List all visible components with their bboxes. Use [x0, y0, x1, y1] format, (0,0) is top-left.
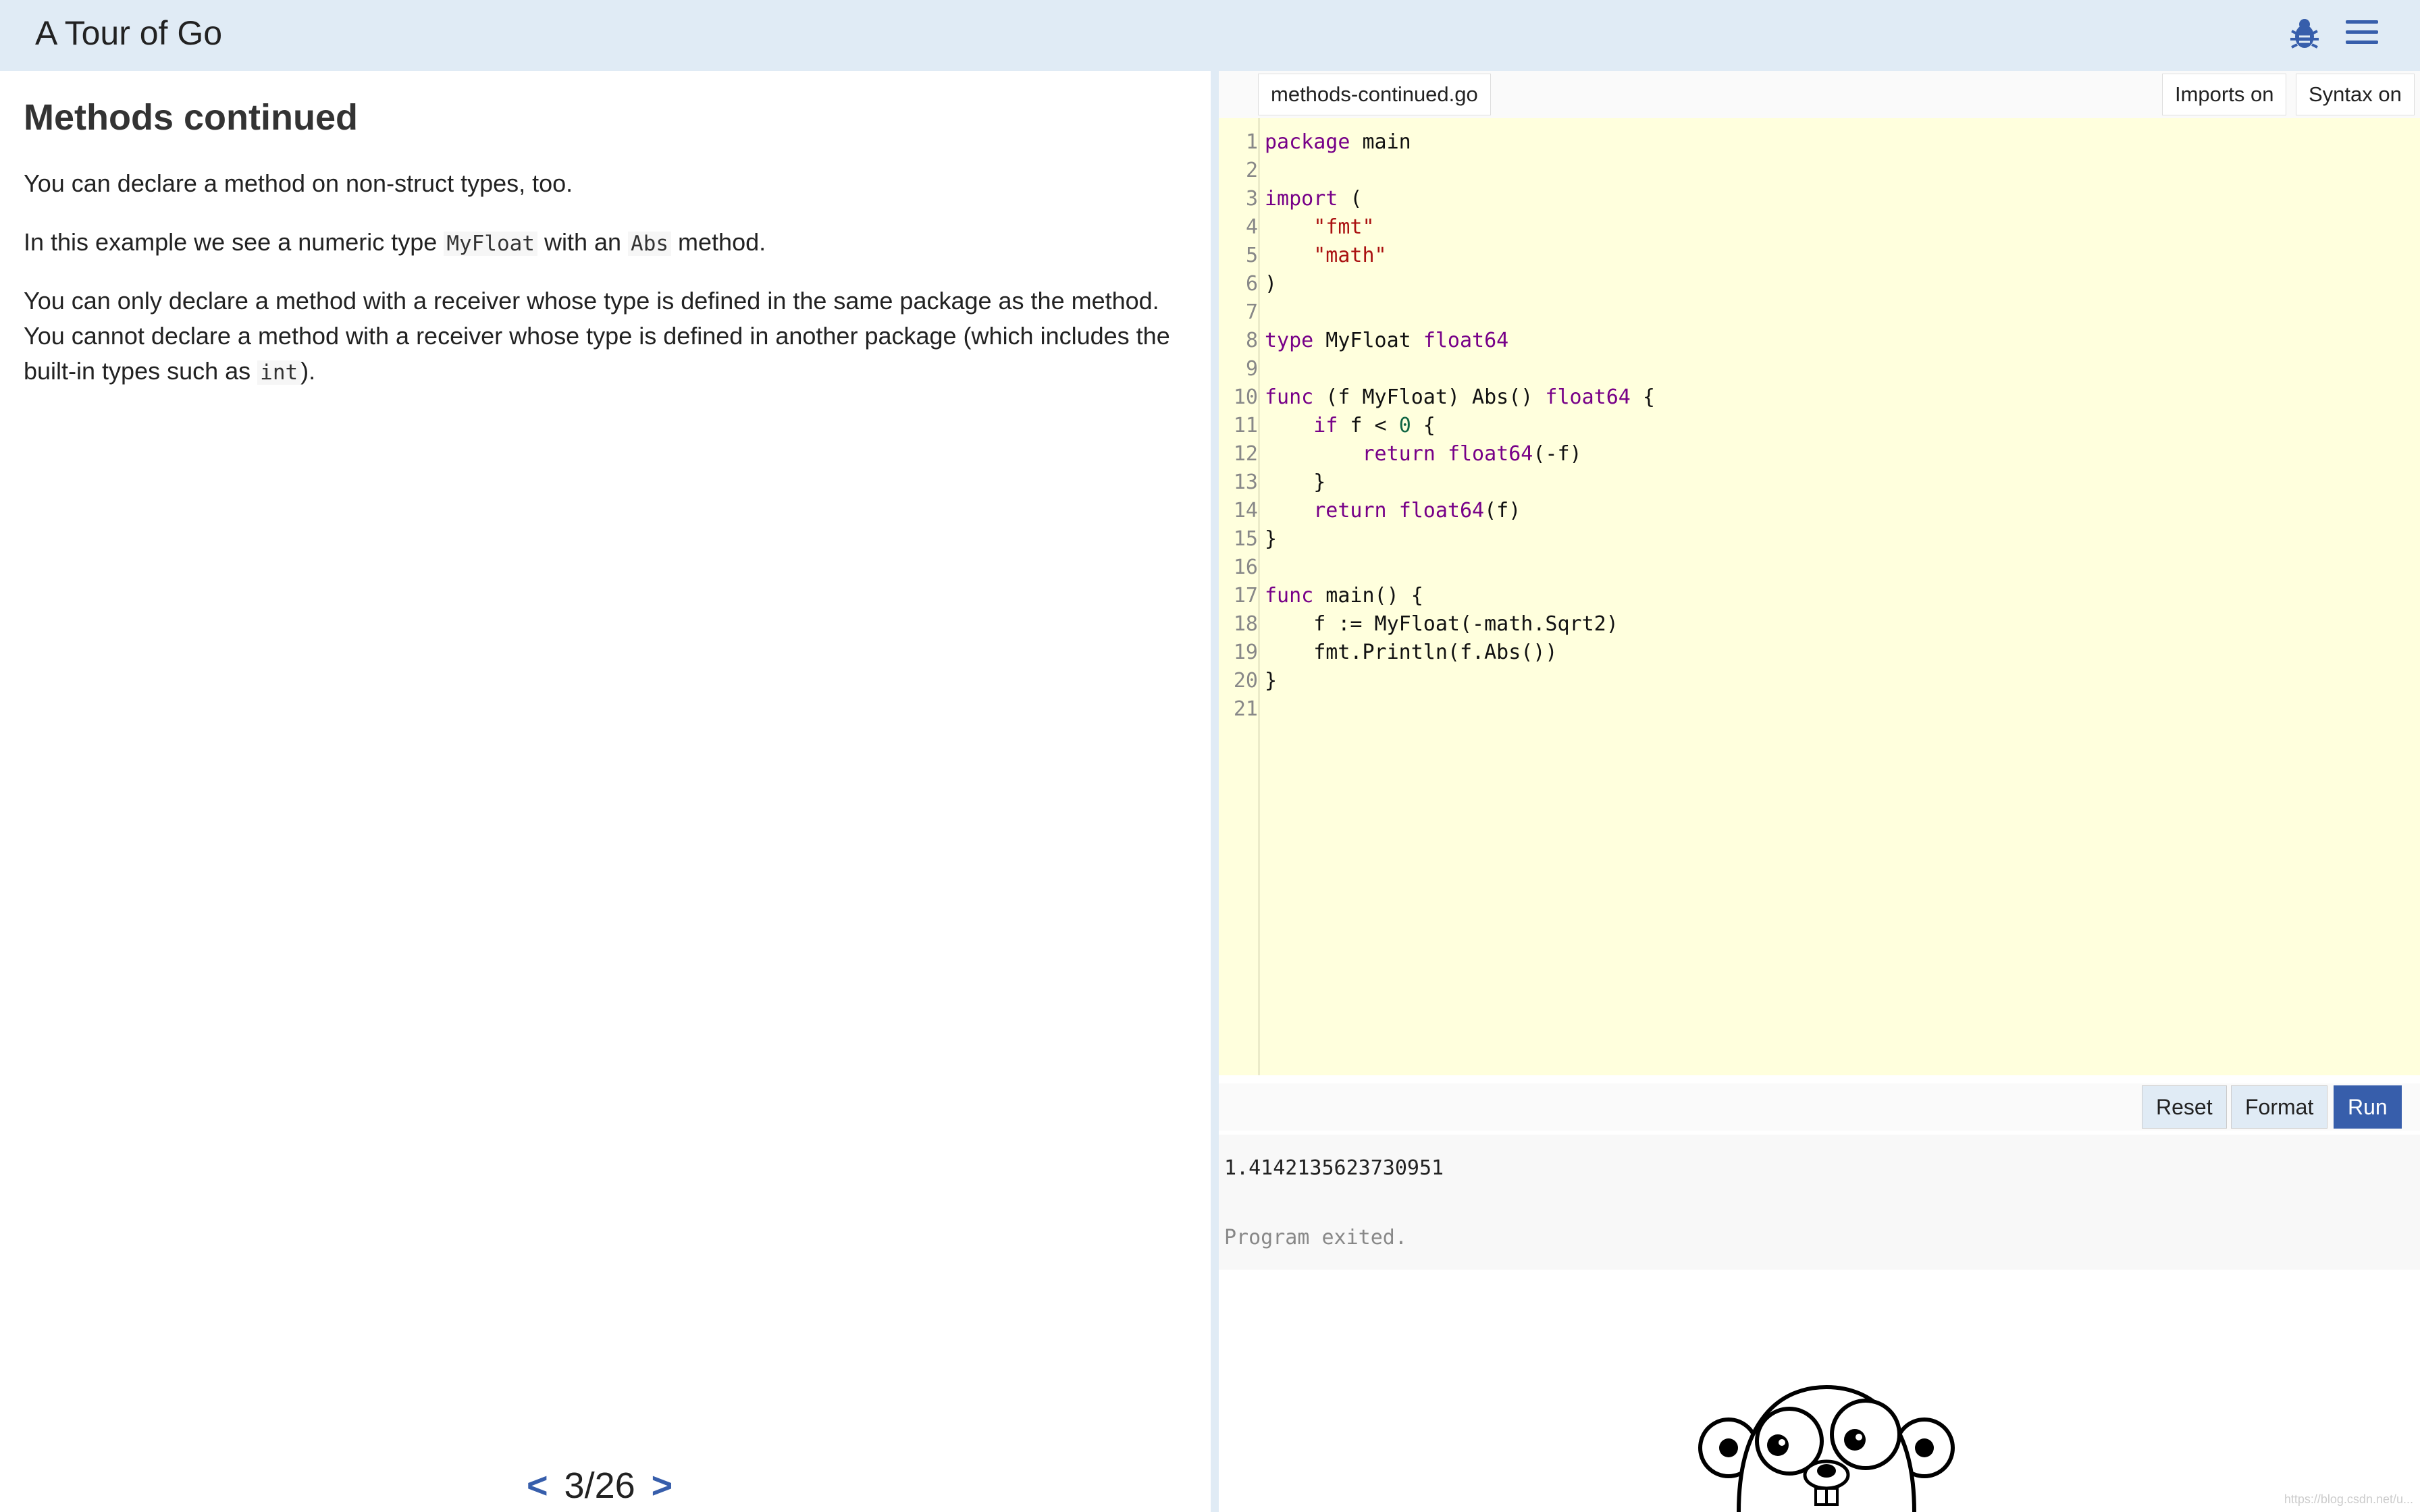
imports-toggle-button[interactable]: Imports on [2162, 74, 2287, 115]
code-line[interactable]: func main() { [1265, 582, 1423, 610]
line-number: 15 [1233, 527, 1258, 551]
page-navigation: <3/26 > [527, 1465, 673, 1507]
program-status: Program exited. [1224, 1226, 1407, 1249]
lesson-paragraph-2: In this example we see a numeric type My… [24, 228, 766, 256]
code-line[interactable]: package main [1265, 128, 1411, 157]
line-number: 18 [1233, 612, 1258, 636]
output-panel: 1.4142135623730951 Program exited. [1219, 1135, 2420, 1270]
line-number: 19 [1233, 641, 1258, 664]
code-line[interactable]: f := MyFloat(-math.Sqrt2) [1265, 610, 1619, 639]
code-line[interactable]: } [1265, 525, 1277, 554]
line-number: 8 [1245, 329, 1258, 352]
code-editor[interactable]: 1 2 3 4 5 6 7 8 9 10 11 12 13 14 15 16 17 18 19 20 21 packag… [1219, 118, 2420, 1075]
line-number: 6 [1245, 272, 1258, 296]
line-number: 13 [1233, 470, 1258, 494]
action-bar: Reset Format Run [1219, 1083, 2420, 1131]
watermark-text: https://blog.csdn.net/u... [2284, 1492, 2413, 1506]
hamburger-menu-icon[interactable] [2346, 20, 2378, 47]
code-line[interactable]: type MyFloat float64 [1265, 327, 1508, 355]
lesson-paragraph-1: You can declare a method on non-struct t… [24, 169, 573, 197]
code-line[interactable]: ) [1265, 270, 1277, 298]
line-number-gutter: 1 2 3 4 5 6 7 8 9 10 11 12 13 14 15 16 17 18 19 20 21 [1219, 118, 1260, 1075]
run-button[interactable]: Run [2334, 1085, 2402, 1129]
inline-code: int [257, 360, 301, 385]
inline-code: MyFloat [444, 232, 537, 256]
line-number: 9 [1245, 357, 1258, 381]
code-line[interactable]: func (f MyFloat) Abs() float64 { [1265, 383, 1655, 412]
code-line[interactable]: } [1265, 667, 1277, 695]
line-number: 14 [1233, 499, 1258, 522]
bug-icon[interactable] [2289, 16, 2320, 50]
next-page-button[interactable]: > [652, 1465, 673, 1506]
lesson-title: Methods continued [24, 97, 358, 138]
line-number: 2 [1245, 159, 1258, 182]
program-output: 1.4142135623730951 [1224, 1156, 1444, 1180]
app-title[interactable]: A Tour of Go [35, 14, 222, 53]
line-number: 12 [1233, 442, 1258, 466]
code-line[interactable]: fmt.Println(f.Abs()) [1265, 639, 1557, 667]
playground-panel: methods-continued.go Imports on Syntax o… [1219, 71, 2420, 1512]
reset-button[interactable]: Reset [2142, 1085, 2227, 1129]
code-line[interactable]: return float64(-f) [1265, 440, 1582, 468]
editor-tabbar: methods-continued.go Imports on Syntax o… [1219, 71, 2420, 119]
format-button[interactable]: Format [2231, 1085, 2328, 1129]
syntax-toggle-button[interactable]: Syntax on [2296, 74, 2415, 115]
code-line[interactable]: return float64(f) [1265, 497, 1521, 525]
line-number: 16 [1233, 556, 1258, 579]
line-number: 4 [1245, 215, 1258, 239]
line-number: 10 [1233, 385, 1258, 409]
code-line[interactable]: "fmt" [1265, 213, 1374, 242]
inline-code: Abs [628, 232, 672, 256]
line-number: 17 [1233, 584, 1258, 608]
line-number: 3 [1245, 187, 1258, 211]
panel-splitter[interactable] [1211, 71, 1219, 1512]
top-header: A Tour of Go [0, 0, 2420, 71]
prev-page-button[interactable]: < [527, 1465, 548, 1506]
line-number: 11 [1233, 414, 1258, 437]
code-line[interactable]: "math" [1265, 242, 1386, 270]
line-number: 20 [1233, 669, 1258, 693]
line-number: 21 [1233, 697, 1258, 721]
line-number: 5 [1245, 244, 1258, 267]
line-number: 1 [1245, 130, 1258, 154]
line-number: 7 [1245, 300, 1258, 324]
lesson-panel: Methods continued You can declare a meth… [0, 71, 1211, 1512]
code-line[interactable]: import ( [1265, 185, 1363, 213]
file-tab[interactable]: methods-continued.go [1258, 74, 1491, 115]
lesson-paragraph-3: You can only declare a method with a rec… [24, 287, 1170, 385]
code-line[interactable]: } [1265, 468, 1325, 497]
code-line[interactable]: if f < 0 { [1265, 412, 1436, 440]
page-counter[interactable]: 3/26 [564, 1465, 635, 1506]
gopher-mascot-image [1698, 1384, 1955, 1512]
